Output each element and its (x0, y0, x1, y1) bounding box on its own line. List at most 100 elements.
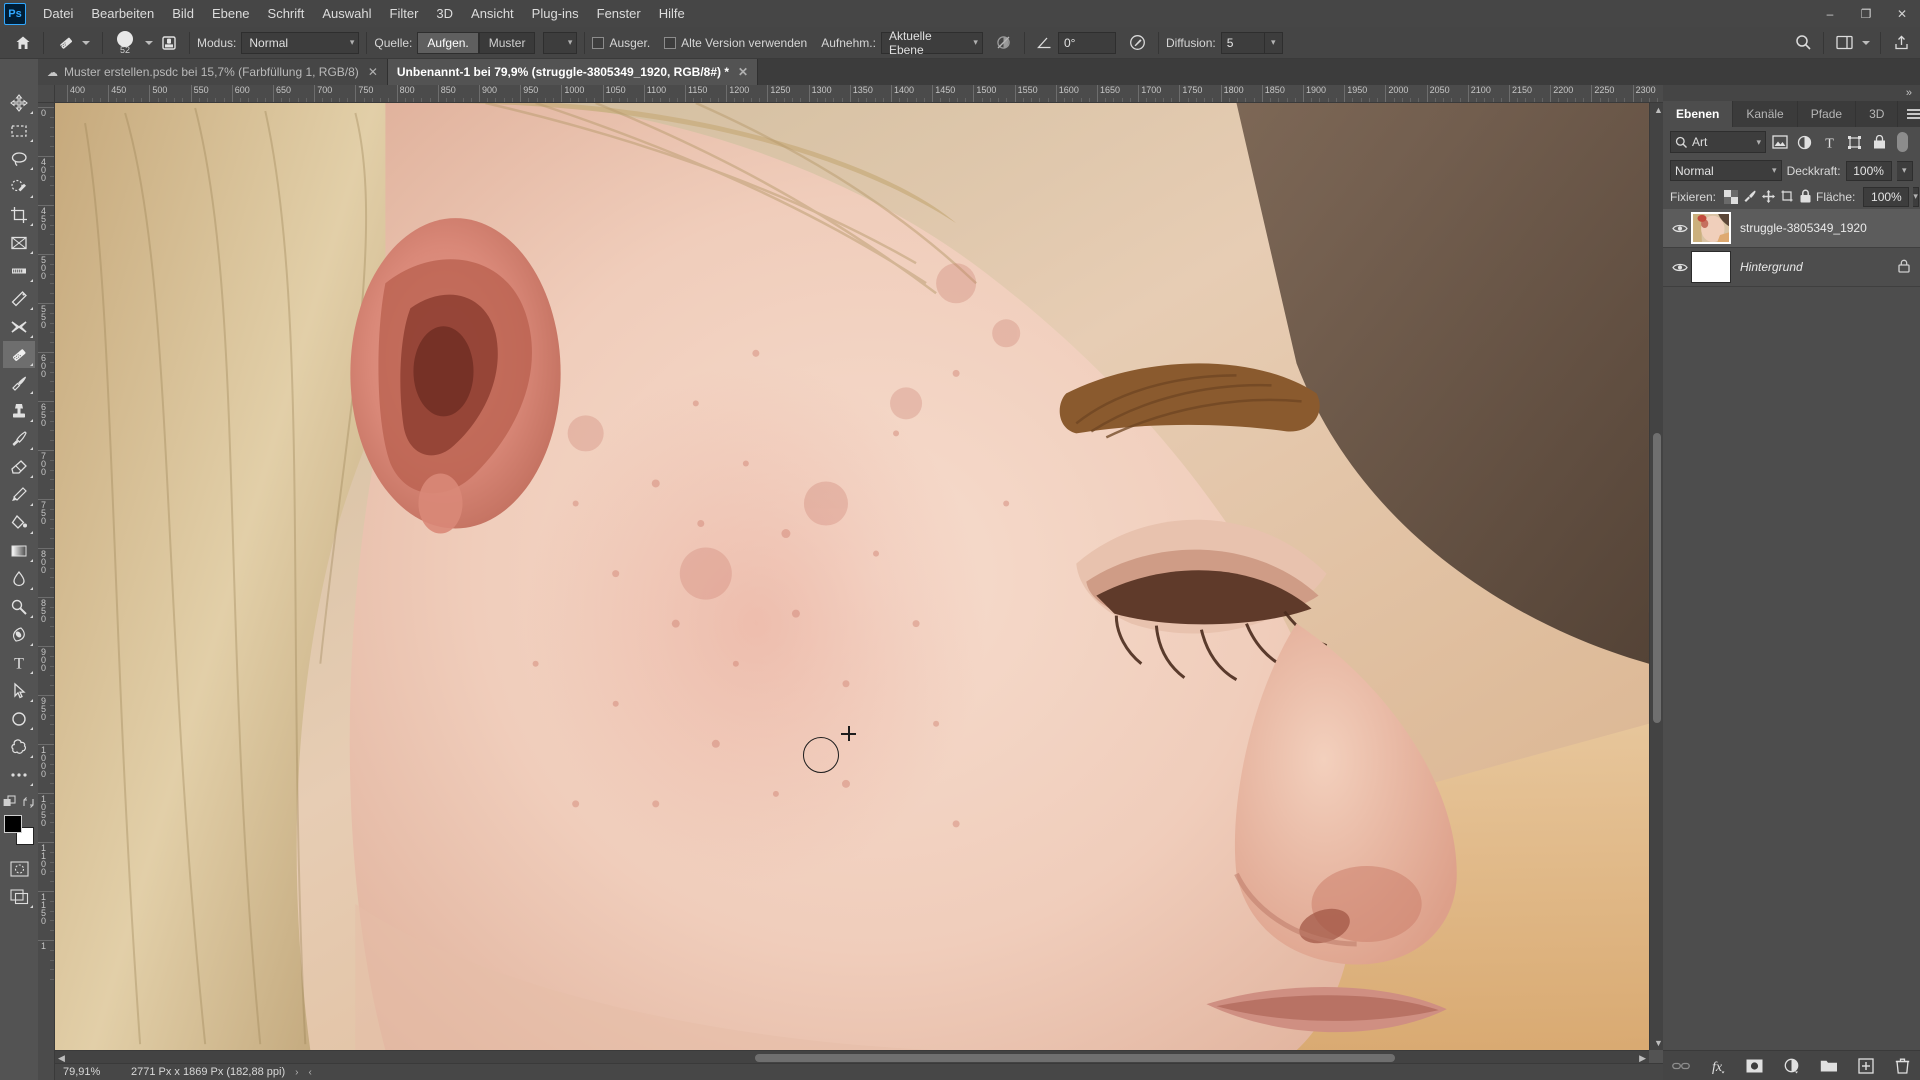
eyedropper-tool[interactable] (3, 257, 35, 284)
current-tool-preset[interactable] (51, 30, 95, 56)
diffusion-field[interactable]: 5 (1220, 31, 1265, 54)
layer-row-struggle[interactable]: struggle-3805349_1920 (1663, 209, 1920, 248)
type-tool[interactable]: T (3, 649, 35, 676)
share-icon[interactable] (1888, 31, 1914, 55)
pattern-picker-dropdown[interactable]: ▾ (543, 31, 578, 54)
swap-colors-icon[interactable] (21, 793, 37, 811)
history-brush-tool[interactable] (3, 425, 35, 452)
horizontal-scrollbar[interactable]: ◀ ▶ (55, 1050, 1649, 1063)
move-tool[interactable] (3, 89, 35, 116)
more-tools-icon[interactable] (3, 761, 35, 788)
blend-mode-dropdown[interactable]: Normal ▾ (241, 31, 360, 54)
brush-preset-picker[interactable]: 52 (110, 30, 140, 56)
link-layers-icon[interactable] (1671, 1056, 1691, 1076)
filter-shape-layers-icon[interactable] (1843, 131, 1866, 153)
filter-pixel-layers-icon[interactable] (1768, 131, 1791, 153)
foreground-background-colors[interactable] (4, 815, 34, 845)
aligned-checkbox-wrap[interactable]: Ausger. (592, 36, 650, 50)
rectangular-marquee-tool[interactable] (3, 117, 35, 144)
clone-stamp-tool[interactable] (3, 397, 35, 424)
menu-plugins[interactable]: Plug-ins (523, 2, 588, 25)
vertical-scroll-thumb[interactable] (1653, 433, 1661, 723)
horizontal-scroll-thumb[interactable] (755, 1054, 1395, 1062)
paint-bucket-tool[interactable] (3, 509, 35, 536)
horizontal-ruler[interactable]: 400 450 500 550 600 650 700 750 800 850 900 950 1000… (55, 85, 1663, 103)
brush-preset-chevron-down-icon[interactable] (145, 40, 153, 45)
brush-tool[interactable] (3, 369, 35, 396)
new-adjustment-layer-icon[interactable] (1782, 1056, 1802, 1076)
menu-bild[interactable]: Bild (163, 2, 203, 25)
document-tab-1[interactable]: ☁ Muster erstellen.psdc bei 15,7% (Farbf… (38, 59, 388, 85)
filter-adjustment-layers-icon[interactable] (1793, 131, 1816, 153)
home-icon[interactable] (10, 31, 36, 55)
menu-3d[interactable]: 3D (427, 2, 462, 25)
lock-image-pixels-icon[interactable] (1742, 187, 1757, 206)
filter-type-layers-icon[interactable]: T (1818, 131, 1841, 153)
tab-pfade[interactable]: Pfade (1798, 101, 1857, 127)
zoom-level[interactable]: 79,91% (63, 1066, 125, 1078)
gradient-fill-tool[interactable] (3, 537, 35, 564)
close-icon[interactable]: ✕ (368, 65, 378, 79)
status-prev-arrow-icon[interactable]: ‹ (308, 1067, 311, 1078)
quick-selection-tool[interactable] (3, 173, 35, 200)
vertical-ruler[interactable]: 0 400 450 500 550 600 650 700 750 800 850 900 950 100… (38, 103, 55, 1080)
menu-schrift[interactable]: Schrift (259, 2, 314, 25)
workspace-chevron-down-icon[interactable] (1862, 40, 1870, 45)
eraser-tool[interactable] (3, 453, 35, 480)
vertical-scrollbar[interactable]: ▲ ▼ (1649, 103, 1663, 1050)
layer-thumbnail[interactable] (1691, 212, 1731, 244)
new-layer-icon[interactable] (1856, 1056, 1876, 1076)
layers-list[interactable]: struggle-3805349_1920 Hintergrund (1663, 209, 1920, 1050)
chevron-down-icon[interactable] (82, 40, 90, 45)
scroll-down-arrow-icon[interactable]: ▼ (1654, 1038, 1663, 1048)
menu-hilfe[interactable]: Hilfe (650, 2, 694, 25)
gradient-tool[interactable] (3, 481, 35, 508)
status-next-arrow-icon[interactable]: › (295, 1067, 298, 1078)
menu-bearbeiten[interactable]: Bearbeiten (82, 2, 163, 25)
panel-menu-icon[interactable] (1898, 101, 1920, 127)
layer-blend-mode-dropdown[interactable]: Normal ▾ (1670, 160, 1782, 181)
layer-visibility-toggle[interactable] (1669, 262, 1691, 273)
tab-3d[interactable]: 3D (1856, 101, 1899, 127)
lasso-tool[interactable] (3, 145, 35, 172)
minimize-button[interactable]: – (1812, 0, 1848, 27)
close-icon[interactable]: ✕ (738, 65, 748, 79)
spot-healing-brush-tool[interactable] (3, 285, 35, 312)
layer-row-hintergrund[interactable]: Hintergrund (1663, 248, 1920, 287)
collapse-panel-icon[interactable]: » (1663, 85, 1920, 101)
aligned-checkbox[interactable] (592, 36, 605, 49)
legacy-checkbox-wrap[interactable]: Alte Version verwenden (664, 36, 807, 50)
lock-all-icon[interactable] (1799, 187, 1812, 206)
healing-brush-tool[interactable] (3, 341, 35, 368)
quick-mask-icon[interactable] (3, 855, 35, 882)
layer-visibility-toggle[interactable] (1669, 223, 1691, 234)
shuffle-tool[interactable] (3, 313, 35, 340)
screen-mode-icon[interactable] (3, 883, 35, 910)
filter-enable-toggle[interactable] (1897, 132, 1908, 152)
foreground-color-swatch[interactable] (4, 815, 22, 833)
ignore-adjustment-layers-icon[interactable] (991, 31, 1017, 55)
angle-field[interactable]: 0° (1057, 31, 1116, 54)
path-selection-tool[interactable] (3, 677, 35, 704)
crop-tool[interactable] (3, 201, 35, 228)
search-icon[interactable] (1790, 31, 1816, 55)
filter-kind-dropdown[interactable]: Art ▾ (1670, 131, 1766, 153)
menu-datei[interactable]: Datei (34, 2, 82, 25)
new-group-icon[interactable] (1819, 1056, 1839, 1076)
dodge-tool[interactable] (3, 593, 35, 620)
document-tab-2[interactable]: Unbenannt-1 bei 79,9% (struggle-3805349_… (387, 59, 759, 85)
source-sampled-button[interactable]: Aufgen. (417, 31, 479, 54)
source-pattern-button[interactable]: Muster (478, 31, 536, 54)
menu-ansicht[interactable]: Ansicht (462, 2, 523, 25)
sample-dropdown[interactable]: Aktuelle Ebene ▾ (880, 29, 983, 57)
menu-ebene[interactable]: Ebene (203, 2, 259, 25)
image-viewport[interactable] (55, 103, 1649, 1050)
fill-value[interactable]: 100% (1863, 186, 1910, 207)
ellipse-tool[interactable] (3, 705, 35, 732)
blur-tool[interactable] (3, 565, 35, 592)
tablet-pressure-icon[interactable] (1125, 31, 1151, 55)
lock-artboard-nesting-icon[interactable] (1780, 187, 1795, 206)
close-button[interactable]: ✕ (1884, 0, 1920, 27)
use-legacy-checkbox[interactable] (664, 36, 677, 49)
delete-layer-icon[interactable] (1893, 1056, 1913, 1076)
